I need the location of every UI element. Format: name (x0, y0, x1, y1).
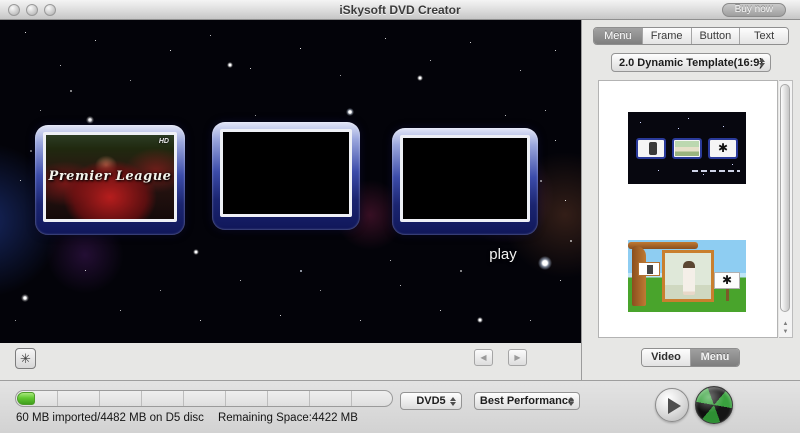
disc-usage-text: 60 MB imported/4482 MB on D5 disc Remaini… (16, 412, 358, 424)
menu-thumbnail-3-screen (400, 135, 530, 222)
tab-frame[interactable]: Frame (642, 28, 692, 44)
imported-text: 60 MB imported/4482 MB on D5 disc (16, 412, 204, 424)
mini-frame-1 (636, 138, 666, 159)
quality-value: Best Performance (479, 395, 575, 407)
preview-play-button[interactable] (655, 388, 689, 422)
burn-button[interactable] (695, 386, 733, 424)
dropdown-stepper-icon (756, 56, 767, 69)
menu-thumbnail-1-screen: HD Premier League (43, 132, 177, 222)
window-title: iSkysoft DVD Creator (339, 3, 461, 17)
asterisk-icon: ✱ (717, 141, 729, 155)
scroll-down-icon[interactable]: ▼ (779, 328, 792, 336)
status-bar: 60 MB imported/4482 MB on D5 disc Remaini… (0, 380, 800, 433)
dancer-figure (649, 142, 657, 155)
menu-thumbnail-1[interactable]: HD Premier League (35, 125, 185, 235)
tree-sign-frame: ✱ (714, 272, 740, 289)
template-sidebar: Menu Frame Button Text 2.0 Dynamic Templ… (581, 20, 800, 380)
play-menu-text[interactable]: play (478, 246, 528, 263)
mini-frame-3: ✱ (708, 138, 738, 159)
buy-now-button[interactable]: Buy now (721, 3, 786, 17)
gear-icon: ✳ (20, 351, 31, 366)
mini-photo (675, 141, 699, 156)
scroll-up-icon[interactable]: ▲ (779, 320, 792, 328)
progress-ticks (16, 391, 392, 406)
progress-fill (17, 392, 35, 405)
next-page-button[interactable]: ▶ (508, 349, 527, 366)
menu-thumbnail-3[interactable] (392, 128, 538, 235)
video-menu-toggle: Video Menu (641, 348, 740, 367)
sign-post (726, 289, 729, 301)
template-category-dropdown[interactable]: 2.0 Dynamic Template(16:9) (611, 53, 771, 72)
template-category-value: 2.0 Dynamic Template(16:9) (618, 56, 764, 69)
asterisk-icon: ✱ (721, 273, 733, 287)
play-icon (668, 398, 681, 414)
template-scrollbar[interactable]: ▲ ▼ (779, 80, 793, 338)
dropdown-stepper-icon (565, 395, 576, 408)
small-figure (647, 265, 653, 274)
toggle-menu[interactable]: Menu (690, 349, 739, 366)
tree-main-frame (662, 250, 714, 302)
tree-small-frame (638, 262, 660, 276)
quality-dropdown[interactable]: Best Performance (474, 392, 580, 410)
preview-toolbelt: ✳ ◀ ▶ (0, 343, 581, 380)
app-window: iSkysoft DVD Creator Buy now HD Premier … (0, 0, 800, 433)
dropdown-stepper-icon (447, 395, 458, 408)
scrollbar-thumb[interactable] (780, 84, 790, 312)
settings-button[interactable]: ✳ (15, 348, 36, 369)
menu-thumbnail-2[interactable] (212, 122, 360, 230)
template-list: ✱ ✱ (598, 80, 778, 338)
prev-page-button[interactable]: ◀ (474, 349, 493, 366)
hd-badge: HD (158, 138, 169, 145)
clip-title: Premier League (48, 168, 172, 184)
mini-caption-decoration (692, 170, 740, 172)
tab-menu[interactable]: Menu (594, 28, 643, 44)
arrow-left-icon: ◀ (480, 353, 487, 362)
menu-thumbnail-2-screen (220, 129, 352, 217)
arrow-right-icon: ▶ (514, 353, 521, 362)
mini-starfield (628, 112, 629, 113)
disc-type-dropdown[interactable]: DVD5 (400, 392, 462, 410)
menu-preview-canvas: HD Premier League play (0, 20, 581, 343)
toggle-video[interactable]: Video (642, 349, 690, 366)
sidebar-tabs: Menu Frame Button Text (593, 27, 789, 45)
tree-trunk (632, 246, 646, 306)
tab-text[interactable]: Text (740, 28, 788, 44)
tab-button[interactable]: Button (691, 28, 741, 44)
starfield-decoration (0, 20, 2, 22)
mini-frame-2 (672, 138, 702, 159)
remaining-text: Remaining Space:4422 MB (217, 412, 358, 424)
progress-bar (15, 390, 393, 407)
person-figure (683, 261, 695, 295)
template-item-space[interactable]: ✱ (628, 112, 746, 184)
title-bar: iSkysoft DVD Creator Buy now (0, 0, 800, 20)
disc-type-value: DVD5 (416, 395, 446, 407)
template-item-cartoon-tree[interactable]: ✱ (628, 240, 746, 312)
